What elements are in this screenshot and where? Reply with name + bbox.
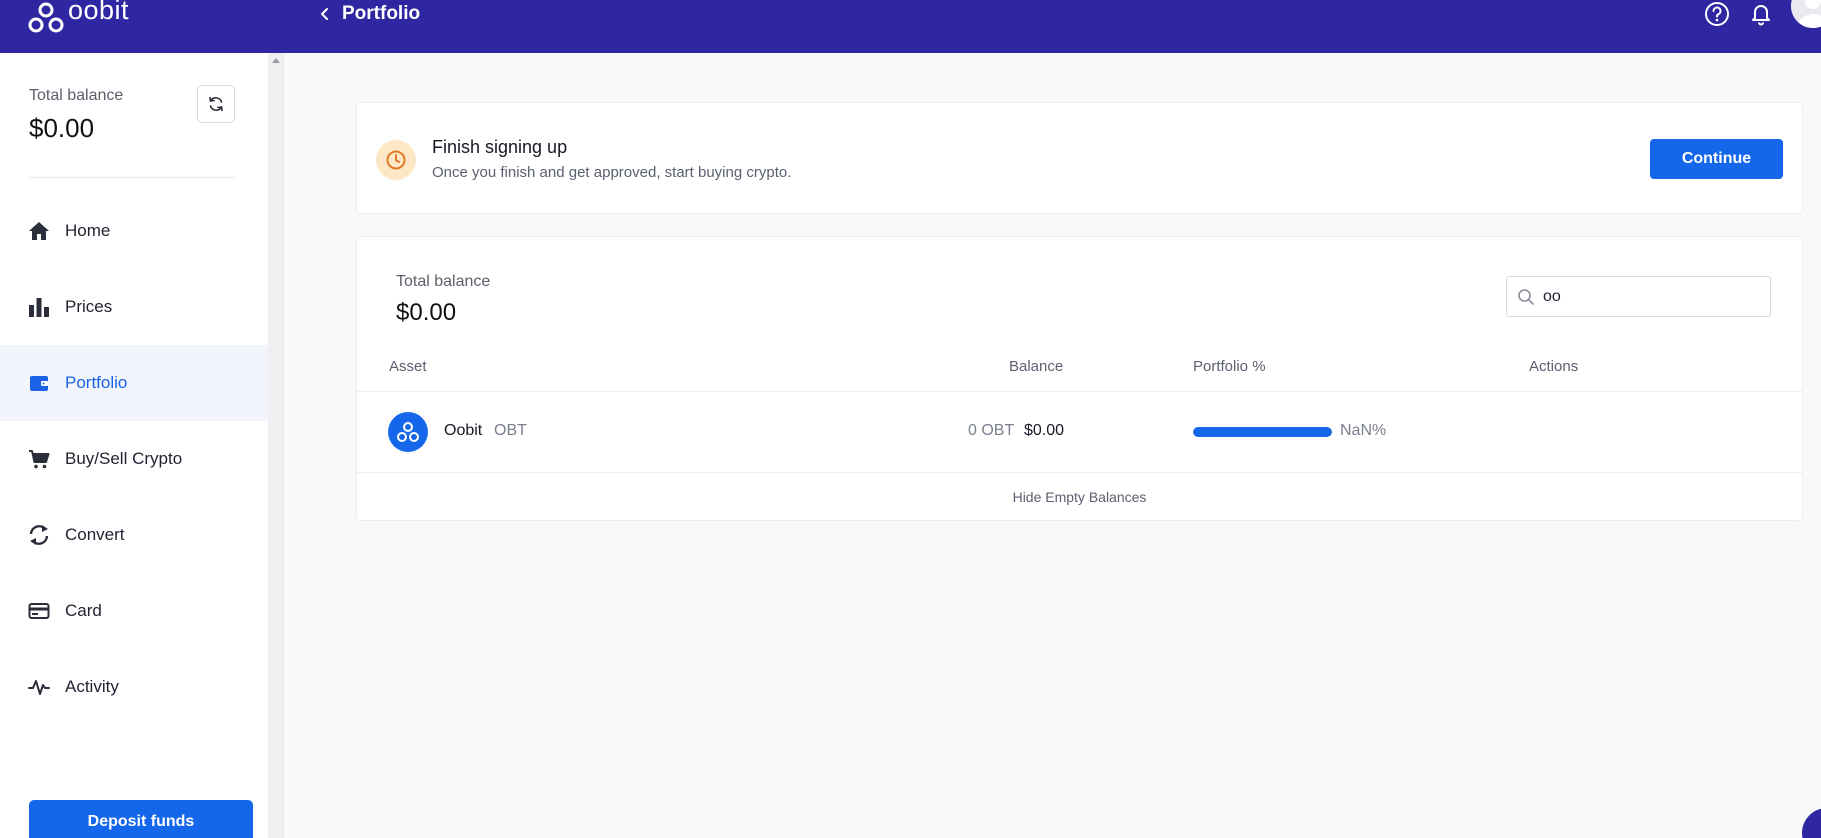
chat-widget-button[interactable] — [1802, 808, 1821, 838]
back-button[interactable]: Portfolio — [318, 0, 420, 27]
sidebar-item-label: Buy/Sell Crypto — [65, 449, 183, 468]
asset-name: Oobit — [444, 422, 483, 439]
cart-icon — [28, 448, 50, 470]
search-input[interactable] — [1543, 287, 1763, 306]
sidebar-balance: Total balance $0.00 — [29, 87, 123, 144]
portfolio-pct-bar-fill — [1193, 427, 1332, 437]
column-header-portfolio-pct[interactable]: Portfolio % — [1193, 358, 1266, 375]
signup-subtitle: Once you finish and get approved, start … — [432, 164, 792, 181]
activity-icon — [28, 676, 50, 698]
table-divider — [357, 472, 1802, 473]
scroll-up-arrow[interactable] — [272, 58, 280, 63]
sidebar-item-home[interactable]: Home — [0, 193, 268, 269]
portfolio-total-balance-value: $0.00 — [396, 299, 457, 326]
top-bar: oobit Portfolio — [0, 0, 1821, 53]
sidebar-item-card[interactable]: Card — [0, 573, 268, 649]
total-balance-value: $0.00 — [29, 113, 95, 143]
bell-icon[interactable] — [1747, 0, 1775, 28]
sidebar-item-activity[interactable]: Activity — [0, 649, 268, 725]
total-balance-label: Total balance — [29, 87, 124, 104]
help-icon[interactable] — [1703, 0, 1731, 28]
refresh-icon — [209, 96, 223, 112]
chevron-left-icon — [321, 7, 328, 20]
oobit-logo[interactable]: oobit — [28, 0, 129, 33]
avatar[interactable] — [1791, 0, 1821, 28]
finish-signup-banner: Finish signing up Once you finish and ge… — [356, 102, 1803, 214]
sidebar-item-label: Convert — [65, 525, 125, 544]
logo-text: oobit — [68, 0, 130, 25]
convert-icon — [28, 524, 50, 546]
column-header-balance[interactable]: Balance — [1009, 358, 1063, 375]
balance-quantity: 0 OBT — [968, 422, 1015, 439]
column-header-asset[interactable]: Asset — [389, 358, 427, 375]
signup-title: Finish signing up — [432, 137, 568, 157]
sidebar-item-label: Home — [65, 221, 111, 240]
sidebar-item-prices[interactable]: Prices — [0, 269, 268, 345]
sidebar-item-portfolio[interactable]: Portfolio — [0, 345, 268, 421]
top-icons — [1703, 0, 1821, 28]
bar-chart-icon — [28, 296, 50, 318]
deposit-funds-button[interactable]: Deposit funds — [29, 800, 253, 838]
user-icon — [1791, 0, 1821, 28]
clock-icon — [376, 140, 416, 180]
sidebar-item-label: Portfolio — [65, 373, 128, 392]
asset-search[interactable] — [1506, 276, 1771, 317]
card-icon — [28, 600, 50, 622]
table-divider — [357, 391, 1802, 392]
oobit-logo-icon — [28, 2, 64, 32]
hide-empty-balances-link[interactable]: Hide Empty Balances — [357, 489, 1802, 505]
page-title: Portfolio — [342, 2, 421, 24]
sidebar-nav: Home Prices Portfolio Buy/Sell Crypto Co… — [0, 193, 268, 725]
sidebar-item-label: Prices — [65, 297, 113, 316]
sidebar-item-label: Activity — [65, 677, 119, 696]
sidebar-item-label: Card — [65, 601, 102, 620]
portfolio-pct-text: NaN% — [1340, 422, 1387, 439]
portfolio-total-balance-label: Total balance — [396, 273, 491, 290]
balance-usd: $0.00 — [1024, 422, 1065, 439]
sidebar-item-buy-sell[interactable]: Buy/Sell Crypto — [0, 421, 268, 497]
portfolio-card: Total balance $0.00 Asset Balance Portfo… — [356, 236, 1803, 521]
home-icon — [28, 220, 50, 242]
sidebar-scrollbar[interactable] — [268, 53, 284, 838]
asset-symbol: OBT — [494, 422, 527, 439]
search-icon — [1518, 288, 1534, 305]
portfolio-pct-bar — [1193, 427, 1332, 437]
sidebar-item-convert[interactable]: Convert — [0, 497, 268, 573]
continue-button[interactable]: Continue — [1650, 139, 1783, 179]
wallet-icon — [28, 372, 50, 394]
column-header-actions: Actions — [1529, 358, 1579, 375]
sidebar-divider — [29, 177, 235, 178]
oobit-asset-icon — [388, 412, 428, 452]
refresh-button[interactable] — [197, 85, 235, 123]
sidebar: Total balance $0.00 Home Prices Portfoli… — [0, 53, 268, 838]
